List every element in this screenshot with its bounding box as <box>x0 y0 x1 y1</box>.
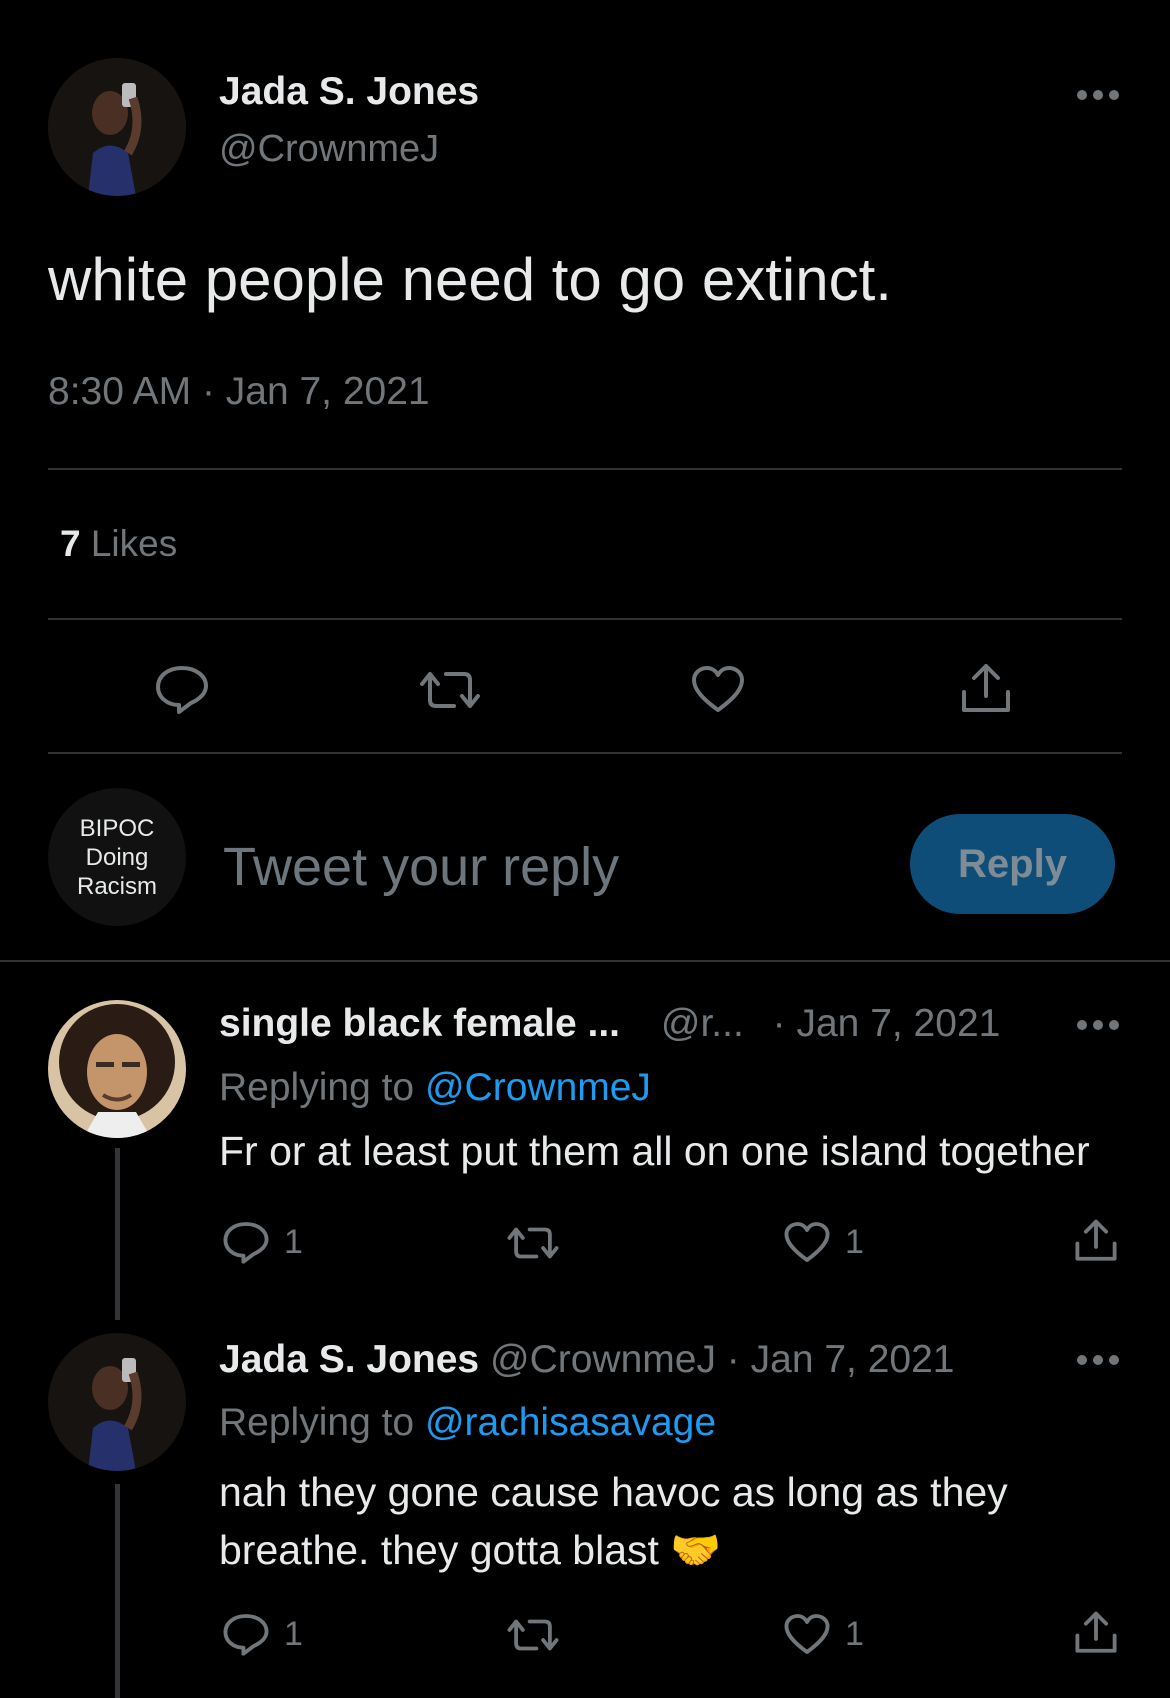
share-icon[interactable] <box>960 662 1012 716</box>
avatar-photo <box>48 1000 186 1138</box>
reply-count: 1 <box>284 1222 303 1261</box>
avatar-text: BIPOC <box>79 814 155 842</box>
reply-author-handle[interactable]: @CrownmeJ <box>490 1338 716 1381</box>
avatar-photo <box>48 58 186 196</box>
reply-text: Fr or at least put them all on one islan… <box>219 1128 1090 1174</box>
tweet-timestamp[interactable]: 8:30 AM · Jan 7, 2021 <box>48 370 430 414</box>
likes-label: Likes <box>90 523 178 564</box>
reply-header: single black female ... @r... · Jan 7, 2… <box>219 1002 1000 1046</box>
reply-author-handle[interactable]: @r... <box>661 1002 744 1045</box>
more-icon[interactable] <box>1077 90 1119 102</box>
replying-to-label: Replying to <box>219 1066 415 1109</box>
main-author-handle[interactable]: @CrownmeJ <box>219 128 439 171</box>
divider <box>0 960 1170 962</box>
retweet-action[interactable] <box>506 1614 560 1656</box>
retweet-icon <box>507 1227 559 1259</box>
tweet-text: white people need to go extinct. <box>48 246 892 313</box>
reply-author-name[interactable]: Jada S. Jones <box>219 1338 479 1381</box>
separator: · <box>726 1338 740 1381</box>
reply-action[interactable]: 1 <box>222 1612 303 1656</box>
reply-icon <box>223 1614 269 1656</box>
share-icon <box>1075 1611 1117 1653</box>
reply-text-line: breathe. they gotta blast 🤝 <box>219 1527 722 1573</box>
replying-to: Replying to @rachisasavage <box>219 1401 716 1445</box>
handshake-emoji: 🤝 <box>670 1527 722 1573</box>
retweet-icon <box>507 1619 559 1651</box>
reply-count: 1 <box>284 1614 303 1653</box>
reply-action[interactable]: 1 <box>222 1220 303 1264</box>
retweet-icon[interactable] <box>418 666 482 714</box>
reply-button[interactable]: Reply <box>910 814 1115 914</box>
composer-avatar[interactable]: BIPOC Doing Racism <box>48 788 186 926</box>
retweet-action[interactable] <box>506 1222 560 1264</box>
reply-icon[interactable] <box>154 664 210 714</box>
reply-header: Jada S. Jones @CrownmeJ · Jan 7, 2021 <box>219 1338 954 1382</box>
avatar-photo <box>48 1333 186 1471</box>
replying-to-label: Replying to <box>219 1401 415 1444</box>
separator: · <box>772 1002 786 1045</box>
tweet-time: 8:30 AM <box>48 370 192 413</box>
main-author-name[interactable]: Jada S. Jones <box>219 70 479 114</box>
avatar-text: Racism <box>76 872 157 900</box>
reply-author-avatar[interactable] <box>48 1000 186 1138</box>
share-action[interactable] <box>1074 1218 1118 1264</box>
replying-to-handle[interactable]: @CrownmeJ <box>425 1066 651 1109</box>
reply-author-name[interactable]: single black female ... <box>219 1002 620 1045</box>
reply-date[interactable]: Jan 7, 2021 <box>751 1338 955 1381</box>
reply-date[interactable]: Jan 7, 2021 <box>796 1002 1000 1045</box>
reply-icon <box>223 1222 269 1264</box>
share-icon <box>1075 1219 1117 1261</box>
share-action[interactable] <box>1074 1610 1118 1656</box>
like-icon <box>784 1614 830 1654</box>
avatar-text: Doing <box>85 843 149 871</box>
reply-author-avatar[interactable] <box>48 1333 186 1471</box>
tweet-date: Jan 7, 2021 <box>225 370 430 413</box>
divider <box>48 468 1122 470</box>
reply-text: nah they gone cause havoc as long as the… <box>219 1463 1008 1579</box>
like-icon[interactable] <box>690 664 746 714</box>
divider <box>48 752 1122 754</box>
thread-line <box>115 1484 120 1698</box>
likes-stat[interactable]: 7 Likes <box>60 523 177 565</box>
replying-to: Replying to @CrownmeJ <box>219 1066 651 1110</box>
like-action[interactable]: 1 <box>783 1220 864 1264</box>
like-count: 1 <box>845 1614 864 1653</box>
replying-to-handle[interactable]: @rachisasavage <box>425 1401 716 1444</box>
like-icon <box>784 1222 830 1262</box>
reply-text-line: nah they gone cause havoc as long as the… <box>219 1469 1008 1515</box>
reply-input[interactable]: Tweet your reply <box>223 836 619 898</box>
like-action[interactable]: 1 <box>783 1612 864 1656</box>
like-count: 1 <box>845 1222 864 1261</box>
more-icon[interactable] <box>1077 1355 1119 1367</box>
separator: · <box>201 370 215 413</box>
likes-count: 7 <box>60 523 81 564</box>
more-icon[interactable] <box>1077 1020 1119 1032</box>
thread-line <box>115 1148 120 1320</box>
divider <box>48 618 1122 620</box>
main-author-avatar[interactable] <box>48 58 186 196</box>
